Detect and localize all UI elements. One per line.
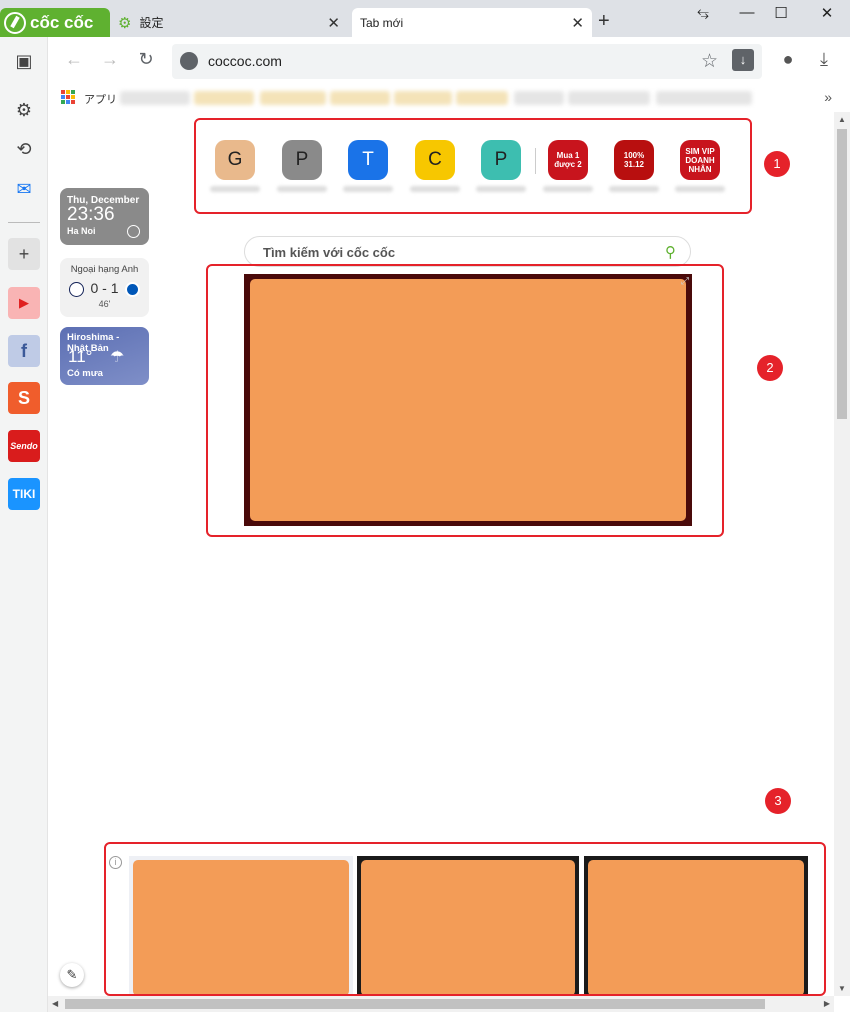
- panel-toggle-icon[interactable]: ▣: [8, 45, 40, 77]
- close-icon[interactable]: ✕: [571, 14, 584, 32]
- coccoc-logo[interactable]: cốc cốc: [0, 8, 110, 37]
- back-icon[interactable]: ←: [62, 49, 86, 70]
- search-icon[interactable]: ⚲: [665, 243, 676, 261]
- bookmark-item[interactable]: [514, 91, 564, 105]
- maximize-button[interactable]: ☐: [766, 4, 796, 22]
- tab-label: 設定: [139, 16, 164, 30]
- messenger-icon[interactable]: ✉: [8, 173, 40, 205]
- apps-label[interactable]: アプリ: [84, 91, 117, 107]
- weather-condition: Có mưa: [67, 368, 103, 379]
- close-icon[interactable]: ✕: [327, 14, 340, 32]
- title-bar: cốc cốc ⚙ 設定 ✕ Tab mới ✕ + ⥃ — ☐ ✕: [0, 0, 850, 37]
- weather-widget[interactable]: Hiroshima - Nhật Bản 11° ☂ Có mưa: [60, 327, 149, 385]
- annotation-box: [104, 842, 826, 996]
- clock-settings-icon[interactable]: [127, 225, 140, 238]
- clock-time: 23:36: [67, 204, 115, 225]
- annotation-number: 1: [764, 151, 790, 177]
- scroll-right-icon[interactable]: ▶: [824, 999, 830, 1008]
- new-tab-content: Thu, December 23:36 Ha Noi Ngoại hạng An…: [48, 112, 834, 996]
- shopee-icon[interactable]: S: [8, 382, 40, 414]
- youtube-icon[interactable]: ▶: [8, 287, 40, 319]
- sport-league: Ngoại hạng Anh: [70, 264, 139, 275]
- tab-settings[interactable]: ⚙ 設定 ✕: [112, 8, 348, 37]
- bookmark-item[interactable]: [120, 91, 190, 105]
- history-icon[interactable]: ⟲: [8, 133, 40, 165]
- scroll-up-icon[interactable]: ▲: [838, 115, 846, 124]
- bookmark-item[interactable]: [656, 91, 752, 105]
- search-placeholder[interactable]: Tìm kiếm với cốc cốc: [263, 245, 395, 260]
- star-icon[interactable]: ☆: [701, 50, 718, 73]
- more-bookmarks-icon[interactable]: »: [824, 89, 832, 105]
- annotation-number: 2: [757, 355, 783, 381]
- annotation-box: [206, 264, 724, 537]
- sendo-icon[interactable]: Sendo: [8, 430, 40, 462]
- sport-minute: 46': [98, 298, 111, 309]
- coccoc-site-icon: [180, 52, 198, 70]
- gear-icon: ⚙: [118, 14, 132, 32]
- sidebar: ▣ ⚙ ⟲ ✉ + ▶ f S Sendo TIKI: [0, 37, 48, 1012]
- sport-widget[interactable]: Ngoại hạng Anh 0 - 1 46': [60, 258, 149, 317]
- sport-score: 0 - 1: [90, 280, 119, 296]
- annotation-number: 3: [765, 788, 791, 814]
- vertical-scrollbar[interactable]: ▲ ▼: [834, 112, 850, 996]
- facebook-icon[interactable]: f: [8, 335, 40, 367]
- clock-widget[interactable]: Thu, December 23:36 Ha Noi: [60, 188, 149, 245]
- horizontal-scroll-thumb[interactable]: [65, 999, 765, 1009]
- scroll-left-icon[interactable]: ◀: [52, 999, 58, 1008]
- profile-icon[interactable]: ●: [776, 49, 800, 70]
- search-box[interactable]: Tìm kiếm với cốc cốc ⚲: [244, 236, 691, 267]
- bookmark-item[interactable]: [330, 91, 390, 105]
- bookmark-item[interactable]: [568, 91, 650, 105]
- bookmark-item[interactable]: [260, 91, 326, 105]
- scroll-down-icon[interactable]: ▼: [838, 984, 846, 993]
- home-team-icon: [68, 281, 84, 297]
- weather-temp: 11°: [68, 347, 93, 366]
- address-bar[interactable]: coccoc.com ☆ ↓: [172, 44, 762, 79]
- bookmark-item[interactable]: [394, 91, 452, 105]
- new-tab-button[interactable]: +: [598, 10, 610, 33]
- downloads-icon[interactable]: ⤓: [812, 49, 836, 70]
- toolbar: ← → ↻ coccoc.com ☆ ↓ ● ⤓: [48, 37, 850, 85]
- annotation-box: [194, 118, 752, 214]
- umbrella-icon: ☂: [110, 349, 125, 366]
- bookmark-item[interactable]: [194, 91, 254, 105]
- restore-tab-icon[interactable]: ⥃: [688, 4, 718, 21]
- minimize-button[interactable]: —: [732, 4, 762, 21]
- tab-new[interactable]: Tab mới ✕: [352, 8, 592, 37]
- horizontal-scrollbar[interactable]: ◀ ▶: [48, 996, 834, 1012]
- settings-icon[interactable]: ⚙: [8, 94, 40, 126]
- logo-text: cốc cốc: [30, 12, 94, 32]
- url-text[interactable]: coccoc.com: [208, 53, 282, 69]
- tab-label: Tab mới: [360, 15, 404, 30]
- vertical-scroll-thumb[interactable]: [837, 129, 847, 419]
- apps-grid-icon[interactable]: [61, 90, 75, 104]
- close-window-button[interactable]: ✕: [812, 4, 842, 22]
- edit-icon[interactable]: ✎: [60, 963, 84, 987]
- tiki-icon[interactable]: TIKI: [8, 478, 40, 510]
- coccoc-logo-icon: [4, 11, 26, 34]
- away-team-icon: [125, 281, 141, 297]
- reload-icon[interactable]: ↻: [134, 49, 158, 70]
- bookmark-item[interactable]: [456, 91, 508, 105]
- download-extension-icon[interactable]: ↓: [732, 49, 754, 71]
- bookmarks-bar: アプリ »: [48, 85, 850, 112]
- sidebar-divider: [8, 222, 40, 223]
- forward-icon[interactable]: →: [98, 49, 122, 70]
- add-icon[interactable]: +: [8, 238, 40, 270]
